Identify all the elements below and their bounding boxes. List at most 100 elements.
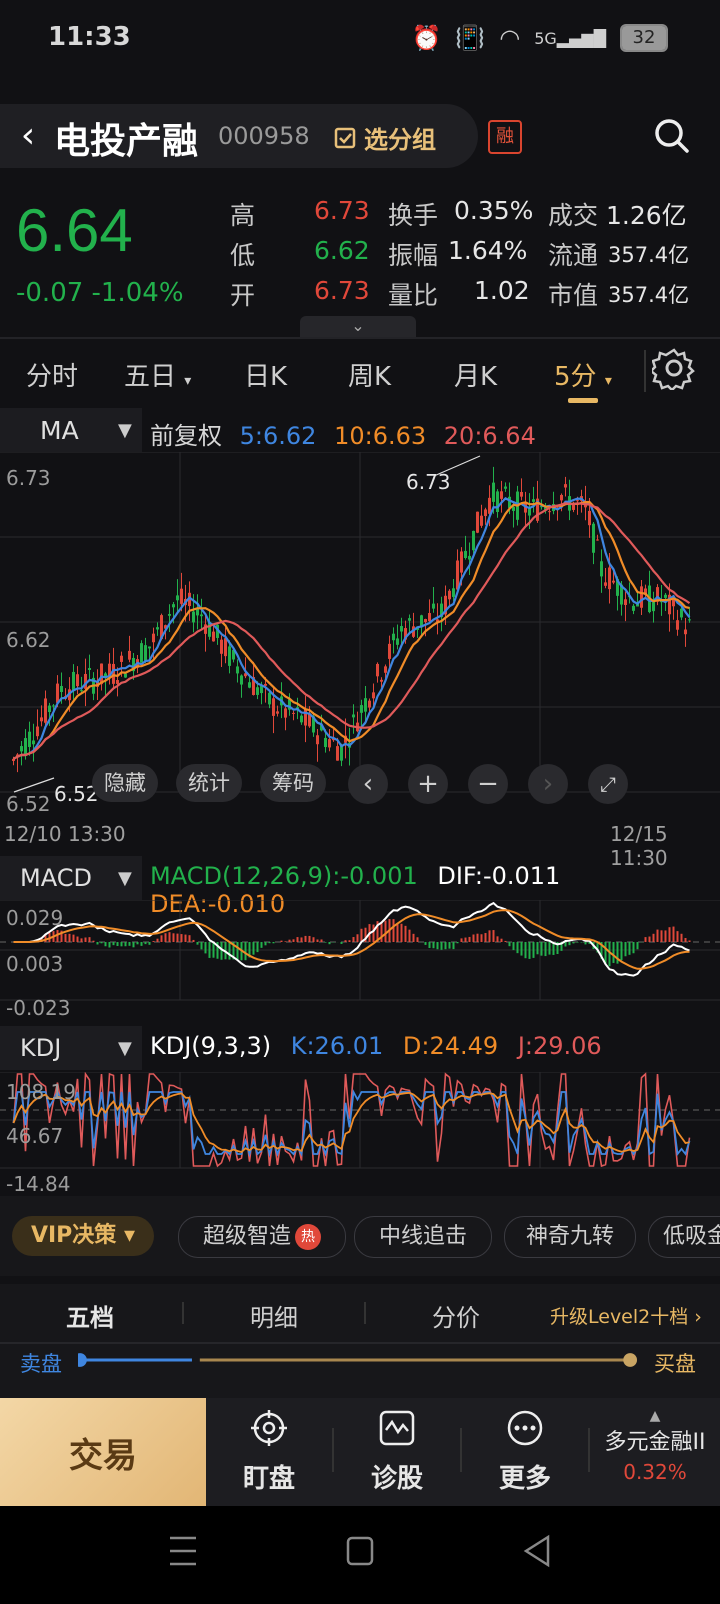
- candle-body: [236, 666, 239, 674]
- tab-intraday[interactable]: 分时: [26, 356, 78, 393]
- margin-badge[interactable]: 融: [488, 120, 522, 154]
- zoom-in-icon[interactable]: +: [408, 764, 448, 804]
- alarm-icon: ⏰: [411, 24, 442, 52]
- fullscreen-icon[interactable]: ⤢: [588, 764, 628, 804]
- candle-body: [112, 663, 115, 684]
- candle-body: [472, 530, 475, 551]
- indicator-select-kdj[interactable]: KDJ ▼: [0, 1026, 142, 1070]
- candle-body: [264, 683, 267, 686]
- battery-icon: 32: [620, 24, 668, 52]
- candle-body: [588, 510, 591, 526]
- feature-chip-nine-turns[interactable]: 神奇九转: [504, 1216, 636, 1258]
- candle-body: [484, 509, 487, 517]
- vip-decision-button[interactable]: VIP决策 ▾: [12, 1216, 154, 1256]
- tab-detail[interactable]: 明细: [250, 1298, 298, 1333]
- candle-body: [492, 482, 495, 502]
- candle-body: [496, 491, 499, 512]
- tab-five-day[interactable]: 五日 ▾: [124, 356, 191, 393]
- kdj-d: D:24.49: [402, 1032, 499, 1060]
- candle-body: [664, 594, 667, 598]
- tab-five-levels[interactable]: 五档: [66, 1298, 114, 1333]
- tab-price-distribution[interactable]: 分价: [432, 1298, 480, 1333]
- candle-body: [424, 619, 427, 623]
- candle-body: [624, 599, 627, 606]
- sector-change: 0.32%: [623, 1460, 687, 1484]
- volume-ratio-label: 量比: [388, 281, 439, 310]
- indicator-select-macd[interactable]: MACD ▼: [0, 856, 142, 900]
- diagnose-button[interactable]: 诊股: [342, 1408, 452, 1495]
- candle-body: [336, 746, 339, 761]
- candle-body: [76, 674, 79, 687]
- tab-week-k[interactable]: 周K: [348, 356, 391, 393]
- trade-button[interactable]: 交易: [0, 1398, 206, 1506]
- candle-body: [448, 590, 451, 600]
- candle-body: [360, 705, 363, 713]
- candle-body: [72, 671, 75, 691]
- search-icon[interactable]: [652, 116, 692, 156]
- candle-body: [284, 708, 287, 718]
- dea-line: [13, 909, 690, 970]
- candle-body: [324, 737, 327, 748]
- sector-button[interactable]: ▲ 多元金融II 0.32%: [592, 1408, 718, 1484]
- candle-body: [452, 588, 455, 597]
- feature-chip-midterm[interactable]: 中线追击: [354, 1216, 492, 1258]
- candle-body: [128, 650, 131, 660]
- kline-chart[interactable]: [0, 452, 720, 810]
- candle-body: [256, 687, 259, 695]
- low-marker-line: [13, 777, 55, 793]
- candle-body: [60, 686, 63, 693]
- candle-body: [684, 629, 687, 635]
- scroll-left-icon[interactable]: ‹: [348, 764, 388, 804]
- buy-label: 买盘: [654, 1352, 696, 1376]
- candle-body: [40, 717, 43, 722]
- candle-body: [512, 506, 515, 511]
- back-icon[interactable]: [522, 1534, 552, 1568]
- hide-button[interactable]: 隐藏: [92, 764, 158, 802]
- candle-body: [608, 567, 611, 590]
- low-value: 6.62: [314, 236, 370, 265]
- ma-values: 前复权 5:6.62 10:6.63 20:6.64: [150, 416, 546, 451]
- candle-body: [560, 494, 563, 501]
- watch-button[interactable]: 盯盘: [214, 1408, 324, 1495]
- more-button[interactable]: 更多: [470, 1408, 580, 1495]
- indicator-select-ma[interactable]: MA ▼: [0, 408, 142, 452]
- volume-label: 成交: [548, 201, 599, 230]
- macd-y-max: 0.029: [6, 906, 64, 930]
- feature-chip-low-buy[interactable]: 低吸金: [648, 1216, 720, 1258]
- upgrade-level2-link[interactable]: 升级Level2十档 ›: [550, 1302, 702, 1329]
- candle-body: [464, 550, 467, 558]
- expand-quote-chevron-icon[interactable]: ⌄: [300, 316, 416, 338]
- back-arrow-icon[interactable]: ‹: [8, 116, 48, 156]
- market-cap-label: 市值: [548, 281, 599, 310]
- candle-body: [468, 555, 471, 560]
- menu-icon[interactable]: [168, 1534, 198, 1568]
- tab-month-k[interactable]: 月K: [454, 356, 497, 393]
- adjust-type[interactable]: 前复权: [150, 422, 222, 450]
- feature-chip-smart-manufacturing[interactable]: 超级智造热: [178, 1216, 346, 1258]
- candle-body: [240, 675, 243, 685]
- start-time: 12/10 13:30: [4, 822, 126, 846]
- ma20-line: [12, 502, 691, 760]
- scroll-right-icon[interactable]: ›: [528, 764, 568, 804]
- gear-icon[interactable]: [652, 346, 696, 390]
- candle-body: [228, 646, 231, 666]
- candle-body: [500, 491, 503, 499]
- macd-title: MACD(12,26,9):-0.001: [150, 862, 418, 890]
- candle-body: [148, 646, 151, 649]
- candle-body: [380, 679, 383, 682]
- chips-button[interactable]: 筹码: [260, 764, 326, 802]
- candle-body: [152, 633, 155, 643]
- candle-body: [400, 626, 403, 632]
- candle-body: [56, 683, 59, 703]
- zoom-out-icon[interactable]: −: [468, 764, 508, 804]
- tab-day-k[interactable]: 日K: [244, 356, 287, 393]
- candle-body: [384, 666, 387, 673]
- candle-body: [504, 486, 507, 489]
- kdj-chart: [0, 1072, 720, 1169]
- tab-5min[interactable]: 5分 ▾: [554, 356, 612, 393]
- candle-body: [224, 638, 227, 657]
- home-icon[interactable]: [346, 1536, 374, 1566]
- stats-button[interactable]: 统计: [176, 764, 242, 802]
- select-group-button[interactable]: 选分组: [334, 120, 436, 155]
- turnover-value: 0.35%: [454, 196, 534, 225]
